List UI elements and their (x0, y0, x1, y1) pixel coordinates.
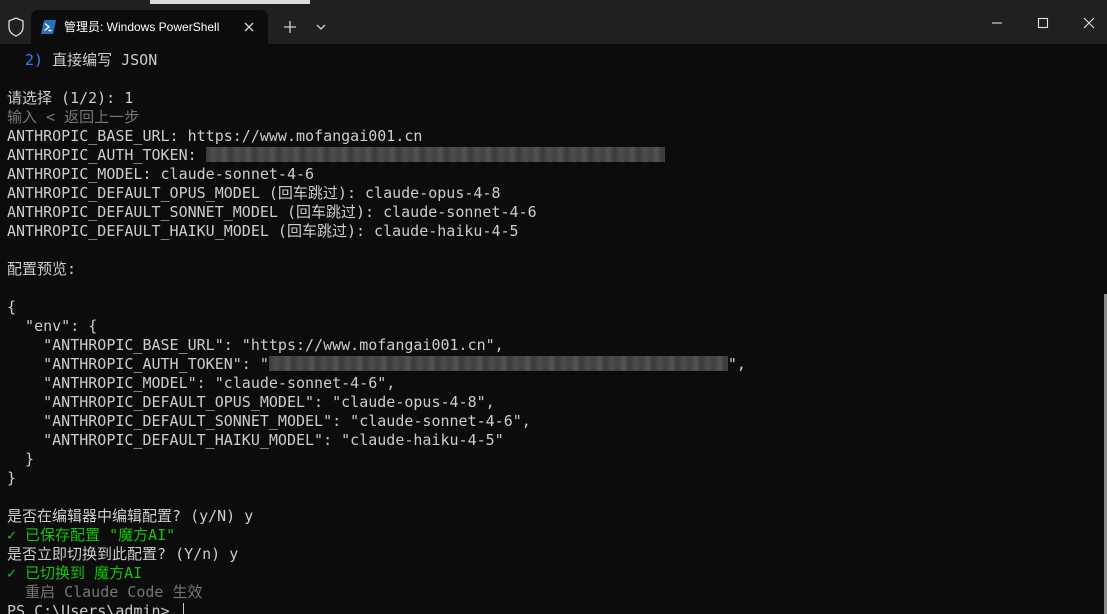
model-line: ANTHROPIC_MODEL: claude-sonnet-4-6 (7, 165, 315, 183)
auth-token-label: ANTHROPIC_AUTH_TOKEN: (7, 146, 206, 164)
json-opus-model: "ANTHROPIC_DEFAULT_OPUS_MODEL": "claude-… (7, 393, 495, 411)
powershell-icon (41, 20, 56, 34)
chevron-down-icon[interactable] (314, 21, 328, 33)
tab-title: 管理员: Windows PowerShell (64, 20, 220, 34)
select-prompt-line: 请选择 (1/2): 1 (7, 89, 134, 107)
opus-model-line: ANTHROPIC_DEFAULT_OPUS_MODEL (回车跳过): cla… (7, 184, 501, 202)
background-window-edge (150, 0, 310, 4)
edit-question-line: 是否在编辑器中编辑配置? (y/N) y (7, 507, 254, 525)
switched-message-line: ✓ 已切换到 魔方AI (7, 564, 143, 582)
json-auth-token-suffix: ", (727, 355, 746, 373)
shell-prompt: PS C:\Users\admin> (7, 602, 179, 614)
title-bar[interactable]: 管理员: Windows PowerShell (0, 0, 1107, 44)
json-close-brace: } (7, 469, 17, 487)
maximize-icon[interactable] (1033, 13, 1053, 33)
minimize-icon[interactable] (987, 13, 1007, 33)
switch-question-line: 是否立即切换到此配置? (Y/n) y (7, 545, 239, 563)
close-icon[interactable] (242, 20, 256, 34)
tab-powershell[interactable]: 管理员: Windows PowerShell (31, 10, 268, 44)
close-icon[interactable] (1079, 13, 1099, 33)
redacted-token (268, 356, 728, 371)
json-env-close: } (7, 450, 35, 468)
text-cursor (182, 603, 184, 614)
haiku-model-line: ANTHROPIC_DEFAULT_HAIKU_MODEL (回车跳过): cl… (7, 222, 519, 240)
terminal-output[interactable]: 2) 直接编写 JSON 请选择 (1/2): 1 输入 < 返回上一步 ANT… (0, 44, 1104, 614)
json-sonnet-model: "ANTHROPIC_DEFAULT_SONNET_MODEL": "claud… (7, 412, 531, 430)
sonnet-model-line: ANTHROPIC_DEFAULT_SONNET_MODEL (回车跳过): c… (7, 203, 537, 221)
redacted-token (205, 147, 665, 162)
json-auth-token: "ANTHROPIC_AUTH_TOKEN": " ", (7, 355, 746, 374)
shell-prompt-line[interactable]: PS C:\Users\admin> (7, 602, 184, 614)
json-haiku-model: "ANTHROPIC_DEFAULT_HAIKU_MODEL": "claude… (7, 431, 504, 449)
json-base-url: "ANTHROPIC_BASE_URL": "https://www.mofan… (7, 336, 504, 354)
menu-option-number: 2) (25, 51, 44, 69)
json-open-brace: { (7, 298, 17, 316)
preview-title: 配置预览: (7, 260, 77, 278)
json-model: "ANTHROPIC_MODEL": "claude-sonnet-4-6", (7, 374, 396, 392)
json-env-open: "env": { (7, 317, 98, 335)
restart-hint-line: 重启 Claude Code 生效 (7, 583, 203, 601)
plus-icon[interactable] (282, 19, 298, 35)
powershell-window: 管理员: Windows PowerShell 2) 直接编写 JSON 请选择… (0, 0, 1107, 614)
base-url-line: ANTHROPIC_BASE_URL: https://www.mofangai… (7, 127, 423, 145)
menu-option-text: 直接编写 JSON (43, 51, 158, 69)
json-auth-token-prefix: "ANTHROPIC_AUTH_TOKEN": " (7, 355, 269, 373)
auth-token-line: ANTHROPIC_AUTH_TOKEN: (7, 146, 665, 165)
menu-option-line: 2) 直接编写 JSON (25, 51, 157, 70)
saved-message-line: ✓ 已保存配置 "魔方AI" (7, 526, 176, 544)
shield-icon (8, 17, 24, 37)
back-hint-line: 输入 < 返回上一步 (7, 108, 140, 126)
